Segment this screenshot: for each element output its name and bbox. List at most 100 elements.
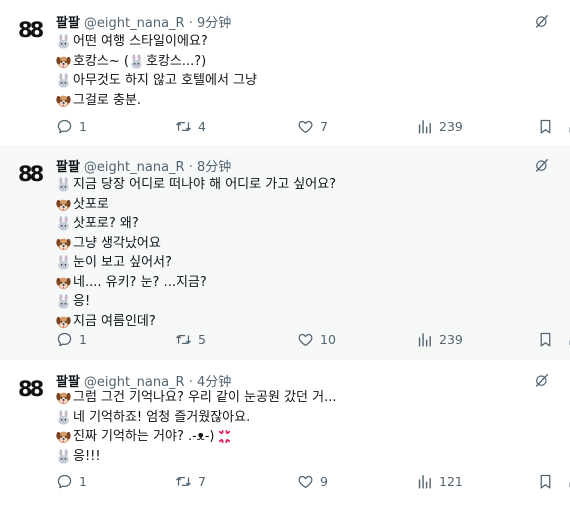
rabbit-icon — [56, 449, 71, 464]
avatar[interactable]: 88 — [18, 16, 46, 44]
retweet-button[interactable]: 5 — [175, 329, 206, 349]
dog-icon — [56, 429, 71, 444]
view-count: 239 — [439, 118, 463, 134]
handle[interactable]: @eight_nana_R — [84, 160, 185, 175]
view-count: 121 — [439, 473, 463, 489]
tweet-text: 어떤 여행 스타일이에요? 호캉스~ (호캉스...?) 아무것도 하지 않고 … — [56, 32, 257, 110]
action-bar: 1 5 10 239 — [56, 329, 570, 349]
bookmark-button[interactable] — [537, 471, 554, 491]
line-2: 삿포로 — [56, 195, 336, 215]
like-button[interactable]: 7 — [297, 116, 328, 136]
retweet-count: 7 — [198, 473, 206, 489]
display-name[interactable]: 팔팔 — [56, 160, 80, 175]
line-2: 네 기억하죠! 엄청 즐거웠잖아요. — [56, 408, 337, 428]
bookmark-button[interactable] — [537, 329, 554, 349]
rabbit-icon — [56, 294, 71, 309]
bookmark-icon — [537, 473, 554, 490]
views-icon — [416, 473, 433, 490]
tweet-header: 팔팔 @eight_nana_R · 8分钟 — [56, 156, 231, 175]
retweet-count: 5 — [198, 331, 206, 347]
like-button[interactable]: 10 — [297, 329, 336, 349]
avatar[interactable]: 88 — [18, 375, 46, 403]
retweet-icon — [175, 331, 192, 348]
line-7: 응! — [56, 292, 336, 312]
grok-icon[interactable] — [534, 372, 550, 388]
reply-count: 1 — [79, 118, 87, 134]
heart-icon — [297, 118, 314, 135]
rabbit-icon — [56, 410, 71, 425]
retweet-button[interactable]: 4 — [175, 116, 206, 136]
line-1: 그럼 그건 기억나요? 우리 같이 눈공원 갔던 거... — [56, 388, 337, 408]
like-count: 9 — [320, 473, 328, 489]
dog-icon — [56, 275, 71, 290]
like-count: 7 — [320, 118, 328, 134]
rabbit-icon — [56, 73, 71, 88]
retweet-button[interactable]: 7 — [175, 471, 206, 491]
tweet-text: 지금 당장 어디로 떠나야 해 어디로 가고 싶어요? 삿포로 삿포로? 왜? … — [56, 175, 336, 331]
display-name[interactable]: 팔팔 — [56, 16, 80, 31]
retweet-icon — [175, 473, 192, 490]
rabbit-icon — [56, 255, 71, 270]
separator-dot: · — [188, 160, 193, 175]
avatar[interactable]: 88 — [18, 160, 46, 188]
reply-button[interactable]: 1 — [56, 471, 87, 491]
tweet-header: 팔팔 @eight_nana_R · 9分钟 — [56, 12, 231, 31]
dog-icon — [56, 54, 71, 69]
line-3: 아무것도 하지 않고 호텔에서 그냥 — [56, 71, 257, 91]
grok-icon[interactable] — [534, 13, 550, 29]
anger-icon — [217, 429, 232, 444]
dog-icon — [56, 93, 71, 108]
rabbit-icon — [56, 177, 71, 192]
separator-dot: · — [188, 16, 193, 31]
views-button[interactable]: 121 — [416, 471, 463, 491]
reply-icon — [56, 473, 73, 490]
bookmark-button[interactable] — [537, 116, 554, 136]
reply-button[interactable]: 1 — [56, 329, 87, 349]
tweet[interactable]: 88 팔팔 @eight_nana_R · 4分钟 그럼 그건 기억나요? 우리 … — [0, 360, 570, 509]
heart-icon — [297, 473, 314, 490]
timestamp[interactable]: 8分钟 — [197, 160, 231, 175]
line-2: 호캉스~ (호캉스...?) — [56, 52, 257, 72]
retweet-count: 4 — [198, 118, 206, 134]
line-6: 네.... 유키? 눈? ...지금? — [56, 273, 336, 293]
views-icon — [416, 118, 433, 135]
action-bar: 1 4 7 239 — [56, 116, 570, 136]
reply-icon — [56, 331, 73, 348]
view-count: 239 — [439, 331, 463, 347]
line-4: 그냥 생각났어요 — [56, 234, 336, 254]
grok-icon[interactable] — [534, 157, 550, 173]
dog-icon — [56, 314, 71, 329]
action-bar: 1 7 9 121 — [56, 471, 570, 491]
line-1: 지금 당장 어디로 떠나야 해 어디로 가고 싶어요? — [56, 175, 336, 195]
like-count: 10 — [320, 331, 336, 347]
timestamp[interactable]: 9分钟 — [197, 16, 231, 31]
dog-icon — [56, 197, 71, 212]
dog-icon — [56, 236, 71, 251]
tweet[interactable]: 88 팔팔 @eight_nana_R · 8分钟 지금 당장 어디로 떠나야 해… — [0, 145, 570, 360]
views-icon — [416, 331, 433, 348]
reply-icon — [56, 118, 73, 135]
rabbit-icon — [56, 34, 71, 49]
line-1: 어떤 여행 스타일이에요? — [56, 32, 257, 52]
tweet-text: 그럼 그건 기억나요? 우리 같이 눈공원 갔던 거... 네 기억하죠! 엄청… — [56, 388, 337, 466]
handle[interactable]: @eight_nana_R — [84, 16, 185, 31]
bookmark-icon — [537, 118, 554, 135]
tweet[interactable]: 88 팔팔 @eight_nana_R · 9分钟 어떤 여행 스타일이에요? 호… — [0, 0, 570, 145]
reply-button[interactable]: 1 — [56, 116, 87, 136]
views-button[interactable]: 239 — [416, 116, 463, 136]
line-4: 응!!! — [56, 447, 337, 467]
retweet-icon — [175, 118, 192, 135]
line-4: 그걸로 충분. — [56, 91, 257, 111]
rabbit-icon — [56, 216, 71, 231]
heart-icon — [297, 331, 314, 348]
dog-icon — [56, 390, 71, 405]
line-5: 눈이 보고 싶어서? — [56, 253, 336, 273]
rabbit-icon — [129, 54, 144, 69]
views-button[interactable]: 239 — [416, 329, 463, 349]
bookmark-icon — [537, 331, 554, 348]
line-3: 진짜 기억하는 거야? .-ᴥ-) — [56, 427, 337, 447]
like-button[interactable]: 9 — [297, 471, 328, 491]
reply-count: 1 — [79, 473, 87, 489]
line-3: 삿포로? 왜? — [56, 214, 336, 234]
reply-count: 1 — [79, 331, 87, 347]
